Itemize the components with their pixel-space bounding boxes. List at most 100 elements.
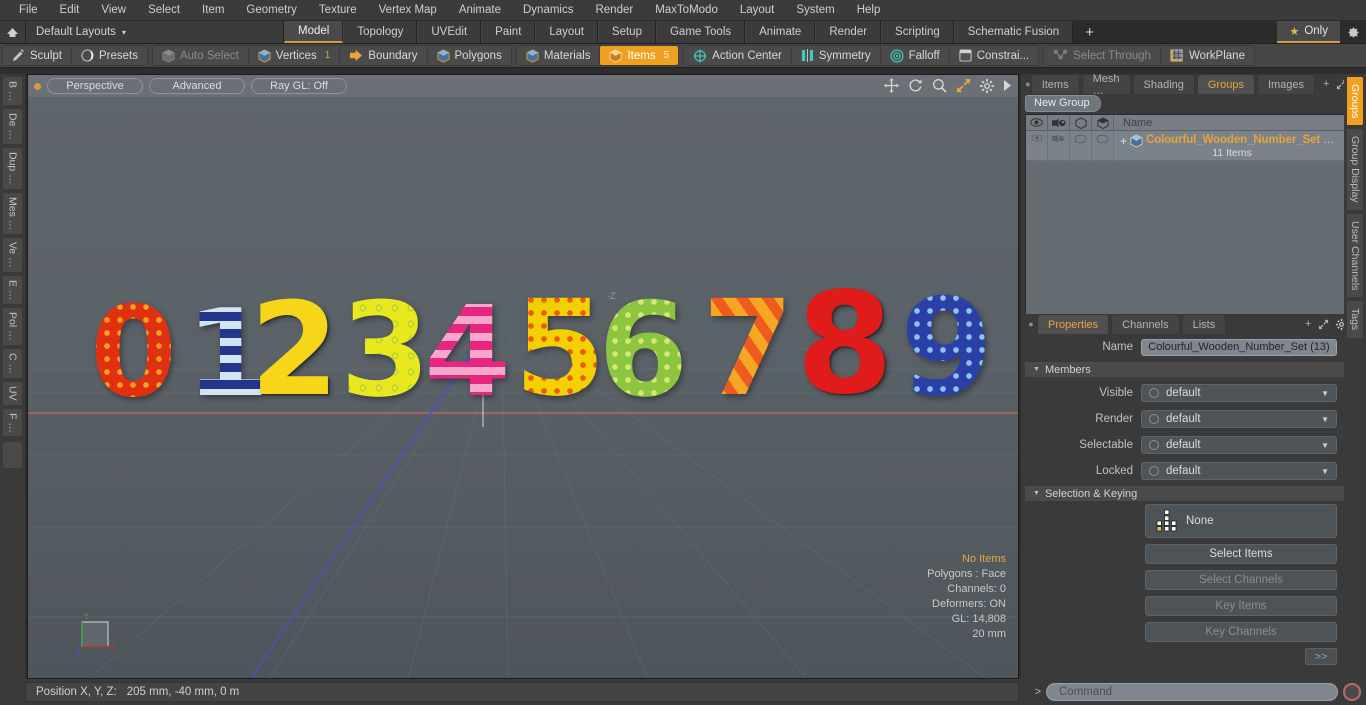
number-model-2[interactable]: 2 <box>250 287 339 415</box>
number-model-6[interactable]: 6 <box>598 285 688 415</box>
mode-button-auto-select[interactable]: Auto Select <box>153 46 249 65</box>
add-tab-button[interactable]: + <box>1305 318 1311 330</box>
gear-icon[interactable] <box>1340 21 1366 43</box>
menu-item-help[interactable]: Help <box>846 0 892 21</box>
expand-button[interactable]: >> <box>1305 648 1337 665</box>
add-layout-tab-button[interactable]: + <box>1073 21 1106 43</box>
side-tab-tags[interactable]: Tags <box>1346 300 1364 339</box>
panel-tab-mesh[interactable]: Mesh … <box>1081 73 1131 97</box>
menu-item-vertex-map[interactable]: Vertex Map <box>368 0 448 21</box>
panel-tab-items[interactable]: Items <box>1030 74 1080 94</box>
side-tab-group-display[interactable]: Group Display <box>1346 128 1364 211</box>
viewport-shading-selector[interactable]: Advanced <box>149 78 245 94</box>
menu-item-maxtomodo[interactable]: MaxToModo <box>644 0 729 21</box>
menu-item-layout[interactable]: Layout <box>729 0 786 21</box>
group-item-list[interactable]: Name + Colourful_Wooden_Number_Set… 11 Ite… <box>1025 114 1363 321</box>
properties-tab-channels[interactable]: Channels <box>1111 314 1180 334</box>
toolbox-tab-2[interactable]: Dup … <box>2 147 23 190</box>
layout-tab-schematic-fusion[interactable]: Schematic Fusion <box>953 21 1074 43</box>
mode-button-select-through[interactable]: Select Through <box>1044 46 1161 65</box>
number-model-3[interactable]: 3 <box>340 285 429 415</box>
number-model-9[interactable]: 9 <box>900 281 993 415</box>
maximize-icon[interactable] <box>1318 319 1329 330</box>
toolbox-tab-4[interactable]: Ve … <box>2 237 23 273</box>
new-group-button[interactable]: New Group <box>1025 94 1101 112</box>
viewport-projection-selector[interactable]: Perspective <box>47 78 143 94</box>
layout-tab-game-tools[interactable]: Game Tools <box>655 21 746 43</box>
selection-set-field[interactable]: None <box>1145 504 1337 538</box>
panel-tab-images[interactable]: Images <box>1256 74 1316 94</box>
side-tab-user-channels[interactable]: User Channels <box>1346 212 1364 299</box>
number-model-0[interactable]: 0 <box>90 290 177 415</box>
menu-item-texture[interactable]: Texture <box>308 0 368 21</box>
group-list-empty-area[interactable] <box>1026 161 1353 320</box>
panel-tab-shading[interactable]: Shading <box>1132 74 1195 94</box>
mode-button-constrai[interactable]: Constrai... <box>950 46 1038 65</box>
layout-tab-uvedit[interactable]: UVEdit <box>417 21 482 43</box>
member-dropdown-locked[interactable]: default ▼ <box>1141 462 1337 480</box>
mode-button-presets[interactable]: Presets <box>72 46 147 65</box>
number-model-8[interactable]: 8 <box>796 275 893 415</box>
menu-item-select[interactable]: Select <box>137 0 191 21</box>
layout-tab-setup[interactable]: Setup <box>597 21 656 43</box>
arrow-right-icon[interactable] <box>1003 79 1012 92</box>
toolbox-tab-8[interactable]: UV <box>2 380 23 406</box>
layout-tab-scripting[interactable]: Scripting <box>881 21 954 43</box>
toolbox-tab-0[interactable]: B … <box>2 76 23 107</box>
number-model-4[interactable]: 4 <box>424 290 511 415</box>
row-visibility-toggle[interactable] <box>1026 131 1048 161</box>
menu-item-file[interactable]: File <box>8 0 49 21</box>
viewport-3d-scene[interactable]: -Z 0123456789 <box>28 97 1018 678</box>
side-tab-groups[interactable]: Groups <box>1346 76 1364 127</box>
menu-item-system[interactable]: System <box>785 0 845 21</box>
mode-button-boundary[interactable]: Boundary <box>340 46 428 65</box>
move-icon[interactable] <box>884 78 899 93</box>
toolbox-tab-6[interactable]: Pol … <box>2 307 23 346</box>
layout-tab-render[interactable]: Render <box>815 21 882 43</box>
properties-tab-properties[interactable]: Properties <box>1037 314 1110 334</box>
record-icon[interactable] <box>1343 683 1361 701</box>
menu-item-geometry[interactable]: Geometry <box>235 0 308 21</box>
member-dropdown-render[interactable]: default ▼ <box>1141 410 1337 428</box>
rotate-icon[interactable] <box>908 78 923 93</box>
mode-button-workplane[interactable]: WorkPlane <box>1161 46 1254 65</box>
viewport-raygl-selector[interactable]: Ray GL: Off <box>251 78 347 94</box>
menu-item-animate[interactable]: Animate <box>448 0 512 21</box>
menu-item-dynamics[interactable]: Dynamics <box>512 0 584 21</box>
menu-item-edit[interactable]: Edit <box>49 0 91 21</box>
menu-item-item[interactable]: Item <box>191 0 235 21</box>
mode-button-falloff[interactable]: Falloff <box>881 46 950 65</box>
row-outline-toggle[interactable] <box>1070 131 1092 161</box>
layout-tab-model[interactable]: Model <box>284 21 344 43</box>
toolbox-tab-3[interactable]: Mes … <box>2 191 23 236</box>
mode-button-vertices[interactable]: Vertices 1 <box>249 46 341 65</box>
mode-button-sculpt[interactable]: Sculpt <box>3 46 72 65</box>
mode-button-items[interactable]: Items 5 <box>600 46 679 65</box>
number-model-7[interactable]: 7 <box>702 283 794 415</box>
selection-keying-section-header[interactable]: ▼ Selection & Keying <box>1025 486 1344 501</box>
gear-icon[interactable] <box>980 78 994 93</box>
mode-button-action-center[interactable]: Action Center <box>684 46 792 65</box>
toolbox-tab-7[interactable]: C … <box>2 347 23 379</box>
add-tab-button[interactable]: + <box>1323 78 1329 90</box>
member-dropdown-selectable[interactable]: default ▼ <box>1141 436 1337 454</box>
zoom-icon[interactable] <box>932 78 947 93</box>
layout-tab-animate[interactable]: Animate <box>745 21 816 43</box>
toolbox-extra-button[interactable] <box>2 441 23 470</box>
panel-tab-groups[interactable]: Groups <box>1196 74 1255 94</box>
panel-menu-icon[interactable]: ● <box>1025 314 1037 334</box>
layout-preset-selector[interactable]: Default Layouts ▾ <box>26 21 284 43</box>
row-render-toggle[interactable] <box>1048 131 1070 161</box>
mode-button-symmetry[interactable]: Symmetry <box>792 46 881 65</box>
toolbox-tab-9[interactable]: F … <box>2 407 23 438</box>
menu-item-render[interactable]: Render <box>584 0 644 21</box>
mode-button-materials[interactable]: Materials <box>517 46 601 65</box>
member-dropdown-visible[interactable]: default ▼ <box>1141 384 1337 402</box>
members-section-header[interactable]: ▼ Members <box>1025 362 1344 377</box>
fit-icon[interactable] <box>956 78 971 93</box>
expand-toggle-icon[interactable]: + <box>1120 134 1127 148</box>
home-icon[interactable] <box>0 21 26 43</box>
group-list-row[interactable]: + Colourful_Wooden_Number_Set… 11 Items <box>1026 131 1362 161</box>
properties-tab-lists[interactable]: Lists <box>1181 314 1227 334</box>
layout-tab-topology[interactable]: Topology <box>343 21 418 43</box>
